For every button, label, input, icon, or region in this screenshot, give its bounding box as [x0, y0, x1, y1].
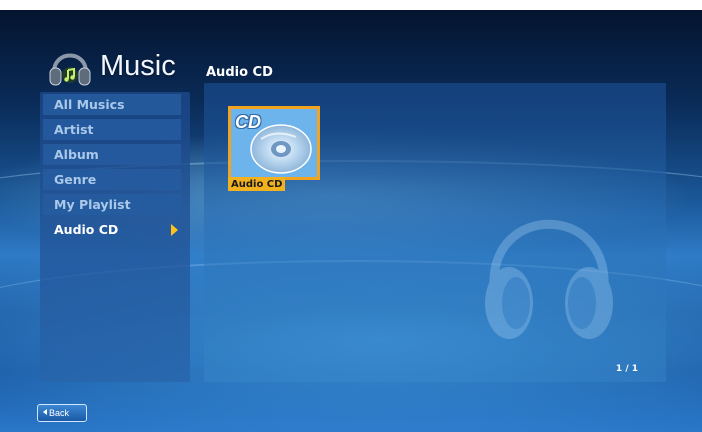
content-panel: CD Audio CD 1 / 1 — [204, 83, 666, 382]
tile-label: Audio CD — [228, 177, 286, 191]
headphones-watermark-icon — [485, 219, 613, 339]
section-title: Audio CD — [206, 65, 273, 80]
sidebar-item-label: All Musics — [54, 97, 125, 112]
sidebar-item-genre[interactable]: Genre — [43, 169, 181, 190]
media-screen: Music Audio CD All Musics Artist Album G… — [0, 10, 702, 432]
sidebar-item-my-playlist[interactable]: My Playlist — [43, 194, 181, 215]
sidebar-item-album[interactable]: Album — [43, 144, 181, 165]
back-button[interactable]: Back — [37, 404, 87, 422]
sidebar-item-label: Genre — [54, 172, 97, 187]
page-indicator: 1 / 1 — [615, 364, 638, 374]
audio-cd-tile[interactable]: CD — [228, 106, 320, 180]
cd-badge-text: CD — [235, 112, 261, 132]
sidebar-item-audio-cd[interactable]: Audio CD — [43, 219, 181, 240]
sidebar-item-all-musics[interactable]: All Musics — [43, 94, 181, 115]
headphones-icon — [49, 53, 91, 86]
sidebar-item-label: Audio CD — [54, 222, 119, 237]
category-sidebar: All Musics Artist Album Genre My Playlis… — [40, 92, 190, 382]
triangle-left-icon — [43, 409, 47, 415]
sidebar-item-artist[interactable]: Artist — [43, 119, 181, 140]
app-title: Music — [100, 50, 176, 82]
selection-arrow-icon — [171, 224, 178, 236]
back-button-label: Back — [49, 408, 70, 418]
sidebar-item-label: My Playlist — [54, 197, 131, 212]
sidebar-item-label: Artist — [54, 122, 94, 137]
sidebar-item-label: Album — [54, 147, 99, 162]
